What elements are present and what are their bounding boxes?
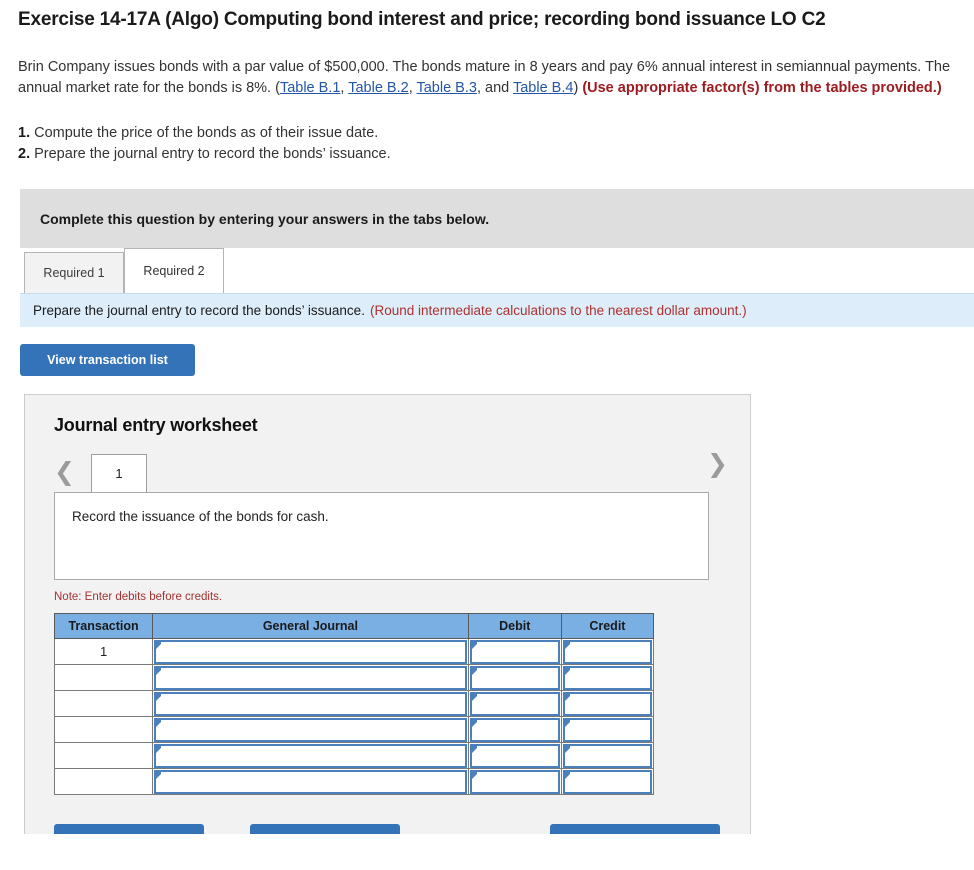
complete-question-banner-text: Complete this question by entering your …: [40, 210, 490, 227]
input-debit-1[interactable]: [469, 639, 560, 664]
input-debit-4[interactable]: [469, 717, 560, 742]
cell-general-journal-1[interactable]: [152, 638, 469, 665]
journal-entry-table: Transaction General Journal Debit Credit…: [53, 613, 655, 795]
requirement-item-2: 2. Prepare the journal entry to record t…: [18, 144, 956, 165]
instruction-strip-text: Prepare the journal entry to record the …: [33, 303, 365, 318]
cell-transaction-5: [53, 742, 154, 769]
cell-credit-3[interactable]: [560, 690, 655, 717]
cell-debit-3[interactable]: [467, 690, 562, 717]
view-general-journal-button[interactable]: View general journal: [550, 824, 720, 834]
requirements-list: 1. Compute the price of the bonds as of …: [18, 123, 956, 165]
link-table-b2[interactable]: Table B.2: [348, 80, 408, 96]
problem-emphasis: (Use appropriate factor(s) from the tabl…: [582, 80, 942, 96]
requirement-text-1: Compute the price of the bonds as of the…: [30, 125, 379, 141]
tab-required-2[interactable]: Required 2: [124, 248, 224, 293]
chevron-right-icon[interactable]: ❯: [707, 451, 728, 484]
worksheet-description-text: Record the issuance of the bonds for cas…: [72, 509, 329, 524]
problem-sep-3: , and: [476, 80, 513, 96]
clear-entry-button[interactable]: Clear entry: [250, 824, 400, 834]
input-credit-5[interactable]: [562, 743, 652, 768]
view-transaction-list-wrap: View transaction list: [20, 344, 974, 376]
cell-credit-5[interactable]: [560, 742, 655, 769]
tab-required-1-label: Required 1: [43, 266, 105, 280]
chevron-left-icon[interactable]: ❮: [54, 459, 75, 492]
input-general-journal-2[interactable]: [154, 665, 467, 690]
input-debit-6[interactable]: [469, 769, 560, 794]
worksheet-pager: ❮ 1 ❯: [25, 450, 750, 492]
column-header-general-journal: General Journal: [152, 613, 469, 639]
input-general-journal-1[interactable]: [154, 639, 467, 664]
cell-credit-1[interactable]: [560, 638, 655, 665]
cell-debit-1[interactable]: [467, 638, 562, 665]
cell-debit-6[interactable]: [467, 768, 562, 795]
input-credit-1[interactable]: [562, 639, 652, 664]
page-title: Exercise 14-17A (Algo) Computing bond in…: [18, 9, 826, 30]
tab-required-2-label: Required 2: [143, 264, 205, 278]
input-general-journal-5[interactable]: [154, 743, 467, 768]
column-header-credit: Credit: [560, 613, 655, 639]
worksheet-page-tab-1-label: 1: [115, 466, 123, 481]
cell-credit-4[interactable]: [560, 716, 655, 743]
problem-text-part2: ): [573, 80, 583, 96]
worksheet-description-box: Record the issuance of the bonds for cas…: [54, 492, 709, 580]
requirement-number-2: 2.: [18, 146, 31, 162]
requirement-text-2: Prepare the journal entry to record the …: [30, 146, 391, 162]
cell-credit-2[interactable]: [560, 664, 655, 691]
record-entry-button[interactable]: Record entry: [54, 824, 204, 834]
cell-transaction-3: [53, 690, 154, 717]
cell-general-journal-6[interactable]: [152, 768, 469, 795]
worksheet-note: Note: Enter debits before credits.: [54, 591, 223, 603]
required-tabs: Required 1 Required 2: [24, 248, 974, 293]
cell-transaction-4: [53, 716, 154, 743]
input-general-journal-6[interactable]: [154, 769, 467, 794]
cell-transaction-1: 1: [53, 638, 154, 665]
instruction-strip: Prepare the journal entry to record the …: [20, 293, 974, 327]
instruction-strip-round-note: (Round intermediate calculations to the …: [369, 303, 747, 318]
view-transaction-list-button[interactable]: View transaction list: [20, 344, 195, 376]
requirement-item-1: 1. Compute the price of the bonds as of …: [18, 123, 956, 144]
table-row: 1: [53, 638, 655, 665]
input-credit-4[interactable]: [562, 717, 652, 742]
link-table-b3[interactable]: Table B.3: [416, 80, 476, 96]
cell-debit-2[interactable]: [467, 664, 562, 691]
table-row: [53, 716, 655, 743]
cell-transaction-6: [53, 768, 154, 795]
cell-debit-5[interactable]: [467, 742, 562, 769]
input-debit-5[interactable]: [469, 743, 560, 768]
table-row: [53, 690, 655, 717]
table-row: [53, 742, 655, 769]
tab-required-1[interactable]: Required 1: [24, 252, 124, 293]
input-credit-3[interactable]: [562, 691, 652, 716]
input-general-journal-3[interactable]: [154, 691, 467, 716]
cell-general-journal-4[interactable]: [152, 716, 469, 743]
input-credit-2[interactable]: [562, 665, 652, 690]
cell-transaction-2: [53, 664, 154, 691]
requirement-number-1: 1.: [18, 125, 31, 141]
cell-credit-6[interactable]: [560, 768, 655, 795]
column-header-debit: Debit: [467, 613, 562, 639]
cell-general-journal-2[interactable]: [152, 664, 469, 691]
cell-general-journal-5[interactable]: [152, 742, 469, 769]
complete-question-banner: Complete this question by entering your …: [20, 189, 974, 248]
link-table-b4[interactable]: Table B.4: [513, 80, 573, 96]
link-table-b1[interactable]: Table B.1: [280, 80, 340, 96]
worksheet-bottom-buttons: Record entry Clear entry View general jo…: [25, 816, 750, 834]
worksheet-title: Journal entry worksheet: [54, 415, 258, 435]
cell-debit-4[interactable]: [467, 716, 562, 743]
table-row: [53, 768, 655, 795]
input-debit-3[interactable]: [469, 691, 560, 716]
problem-statement: Brin Company issues bonds with a par val…: [18, 57, 956, 99]
cell-general-journal-3[interactable]: [152, 690, 469, 717]
journal-table-header-row: Transaction General Journal Debit Credit: [53, 613, 655, 639]
table-row: [53, 664, 655, 691]
input-general-journal-4[interactable]: [154, 717, 467, 742]
worksheet-page-tab-1[interactable]: 1: [90, 454, 147, 492]
journal-entry-worksheet-panel: Journal entry worksheet ❮ 1 ❯ Record the…: [24, 394, 751, 834]
column-header-transaction: Transaction: [53, 613, 154, 639]
input-credit-6[interactable]: [562, 769, 652, 794]
input-debit-2[interactable]: [469, 665, 560, 690]
